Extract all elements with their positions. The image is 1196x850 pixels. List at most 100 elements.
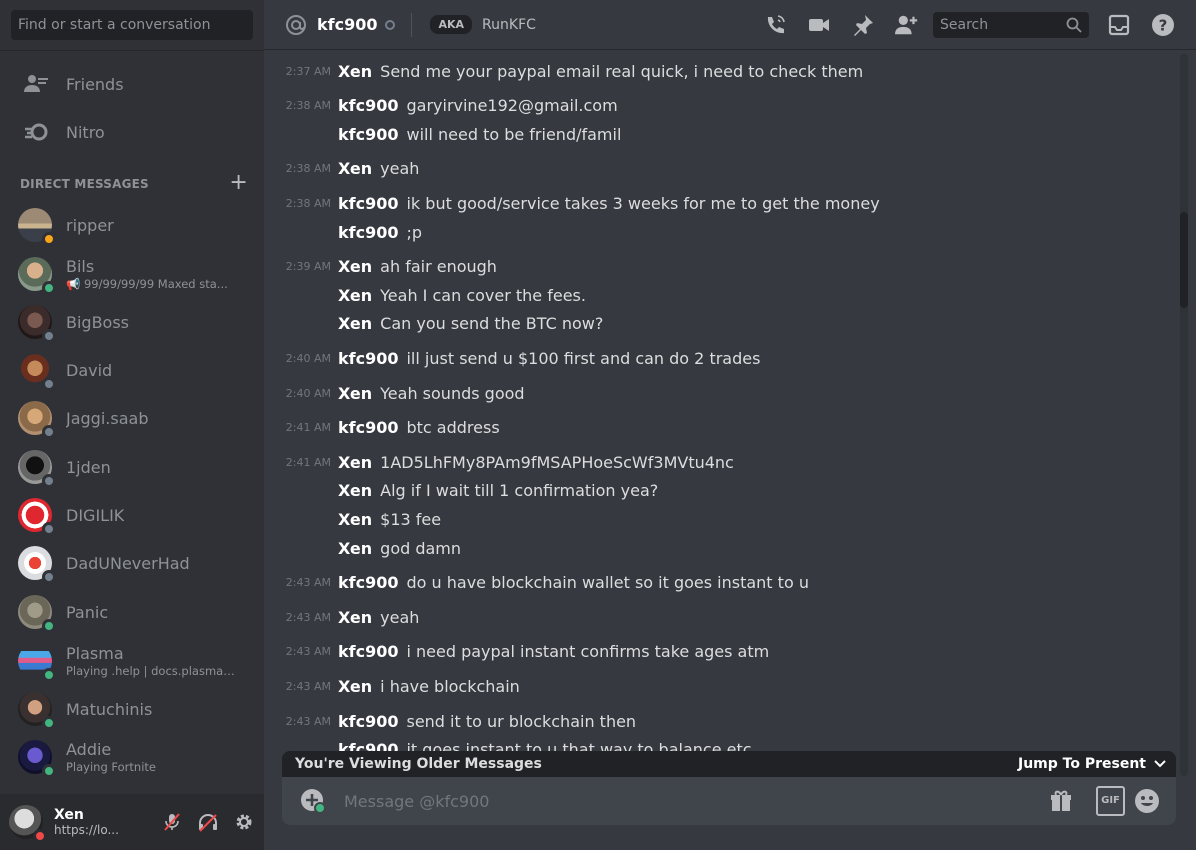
- deafen-headphones-icon[interactable]: [190, 806, 226, 838]
- dm-item-jaggi-saab[interactable]: Jaggi.saab: [8, 396, 256, 440]
- message-row[interactable]: 2:38 AM kfc900 ik but good/service takes 3…: [264, 189, 1164, 217]
- message-row[interactable]: 2:41 AM kfc900 btc address: [264, 414, 1164, 442]
- message-row[interactable]: Xen $13 fee: [264, 505, 1164, 533]
- message-author[interactable]: kfc900: [338, 418, 398, 437]
- dm-item-1jden[interactable]: 1jden: [8, 445, 256, 489]
- message-author[interactable]: Xen: [338, 384, 372, 403]
- message-content: garyirvine192@gmail.com: [406, 96, 618, 116]
- avatar: [18, 498, 56, 536]
- message-author[interactable]: Xen: [338, 453, 372, 472]
- older-messages-label: You're Viewing Older Messages: [295, 756, 542, 772]
- upload-plus-icon[interactable]: [300, 788, 326, 814]
- message-row[interactable]: 2:38 AM kfc900 garyirvine192@gmail.com: [264, 92, 1164, 120]
- add-dm-icon[interactable]: +: [229, 172, 248, 194]
- message-content: 1AD5LhFMy8PAm9fMSAPHoeScWf3MVtu4nc: [380, 452, 734, 472]
- aka-name: RunKFC: [482, 16, 536, 33]
- status-online-icon: [42, 716, 56, 730]
- message-author[interactable]: kfc900: [338, 712, 398, 731]
- search-icon: [1066, 17, 1082, 33]
- dm-item-ripper[interactable]: ripper: [8, 203, 256, 247]
- settings-gear-icon[interactable]: [226, 806, 262, 838]
- status-offline-icon: [42, 425, 56, 439]
- mute-microphone-icon[interactable]: [154, 806, 190, 838]
- message-author[interactable]: Xen: [338, 62, 372, 81]
- message-row[interactable]: kfc900 will need to be friend/famil: [264, 120, 1164, 148]
- message-row[interactable]: 2:41 AM Xen 1AD5LhFMy8PAm9fMSAPHoeScWf3MVt…: [264, 448, 1164, 476]
- message-row[interactable]: 2:37 AM Xen Send me your paypal email real…: [264, 57, 1164, 85]
- message-row[interactable]: 2:39 AM Xen ah fair enough: [264, 253, 1164, 281]
- message-author[interactable]: Xen: [338, 510, 372, 529]
- message-row[interactable]: 2:43 AM Xen i have blockchain: [264, 672, 1164, 700]
- message-author[interactable]: kfc900: [338, 223, 398, 242]
- jump-label: Jump To Present: [1018, 756, 1146, 772]
- jump-to-present-button[interactable]: Jump To Present: [1018, 751, 1166, 777]
- nitro-icon: [22, 120, 52, 144]
- emoji-picker-icon[interactable]: [1132, 786, 1162, 816]
- video-call-icon[interactable]: [807, 13, 831, 37]
- gift-icon[interactable]: [1046, 786, 1076, 816]
- search-placeholder: Search: [940, 17, 989, 33]
- message-author[interactable]: Xen: [338, 481, 372, 500]
- dm-item-bigboss[interactable]: BigBoss: [8, 300, 256, 344]
- divider: [0, 50, 264, 51]
- message-content: ah fair enough: [380, 257, 497, 277]
- message-row[interactable]: 2:43 AM kfc900 do u have blockchain wallet…: [264, 569, 1164, 597]
- message-row[interactable]: Xen Yeah I can cover the fees.: [264, 281, 1164, 309]
- dm-item-digilik[interactable]: DIGILIK: [8, 493, 256, 537]
- message-author[interactable]: Xen: [338, 608, 372, 627]
- avatar: [18, 208, 56, 246]
- message-author[interactable]: Xen: [338, 257, 372, 276]
- message-timestamp: 2:43 AM: [285, 714, 331, 728]
- message-author[interactable]: Xen: [338, 159, 372, 178]
- message-author[interactable]: kfc900: [338, 642, 398, 661]
- nav-nitro[interactable]: Nitro: [8, 111, 256, 153]
- message-row[interactable]: kfc900 ;p: [264, 218, 1164, 246]
- dm-item-david[interactable]: David: [8, 348, 256, 392]
- message-author[interactable]: Xen: [338, 314, 372, 333]
- message-author[interactable]: kfc900: [338, 125, 398, 144]
- message-timestamp: 2:40 AM: [285, 351, 331, 365]
- message-row[interactable]: 2:43 AM kfc900 send it to ur blockchain th…: [264, 707, 1164, 735]
- dm-name: Plasma: [66, 644, 124, 663]
- message-author[interactable]: kfc900: [338, 194, 398, 213]
- dm-item-addie[interactable]: Addie Playing Fortnite: [8, 735, 256, 779]
- user-status-text: https://lo...: [54, 823, 119, 837]
- pinned-messages-icon[interactable]: [851, 13, 875, 37]
- message-row[interactable]: 2:38 AM Xen yeah: [264, 155, 1164, 183]
- message-content: Send me your paypal email real quick, i …: [380, 61, 864, 81]
- dm-item-plasma[interactable]: Plasma Playing .help | docs.plasmab...: [8, 639, 256, 683]
- avatar: [18, 450, 56, 488]
- dm-item-panic[interactable]: Panic: [8, 590, 256, 634]
- find-conversation-search[interactable]: Find or start a conversation: [11, 10, 253, 40]
- nav-friends[interactable]: Friends: [8, 63, 256, 105]
- message-row[interactable]: 2:40 AM kfc900 ill just send u $100 first …: [264, 344, 1164, 372]
- message-row[interactable]: 2:40 AM Xen Yeah sounds good: [264, 379, 1164, 407]
- avatar[interactable]: [9, 805, 47, 843]
- message-row[interactable]: 2:43 AM kfc900 i need paypal instant confi…: [264, 638, 1164, 666]
- add-friend-to-dm-icon[interactable]: [895, 13, 919, 37]
- scrollbar-thumb[interactable]: [1180, 212, 1188, 308]
- search-input[interactable]: Search: [933, 12, 1089, 38]
- dm-item-matuchinis[interactable]: Matuchinis: [8, 687, 256, 731]
- message-author[interactable]: Xen: [338, 539, 372, 558]
- inbox-icon[interactable]: [1107, 13, 1131, 37]
- svg-text:?: ?: [1159, 17, 1168, 35]
- dm-item-bils[interactable]: Bils 📢 99/99/99/99 Maxed sta...: [8, 252, 256, 296]
- channel-title: kfc900: [317, 15, 378, 34]
- message-row[interactable]: Xen Can you send the BTC now?: [264, 310, 1164, 338]
- message-composer[interactable]: Message @kfc900 GIF: [282, 777, 1176, 825]
- message-row[interactable]: Xen Alg if I wait till 1 confirmation yea…: [264, 477, 1164, 505]
- message-author[interactable]: kfc900: [338, 349, 398, 368]
- message-content: send it to ur blockchain then: [406, 711, 637, 731]
- help-icon[interactable]: ?: [1151, 13, 1175, 37]
- message-author[interactable]: kfc900: [338, 96, 398, 115]
- voice-call-icon[interactable]: [763, 13, 787, 37]
- gif-picker-icon[interactable]: GIF: [1089, 786, 1125, 816]
- message-scrollbar[interactable]: [1180, 54, 1188, 776]
- message-row[interactable]: Xen god damn: [264, 534, 1164, 562]
- message-author[interactable]: kfc900: [338, 573, 398, 592]
- message-author[interactable]: Xen: [338, 286, 372, 305]
- dm-item-daduneverhad[interactable]: DadUNeverHad: [8, 541, 256, 585]
- message-row[interactable]: 2:43 AM Xen yeah: [264, 603, 1164, 631]
- message-author[interactable]: Xen: [338, 677, 372, 696]
